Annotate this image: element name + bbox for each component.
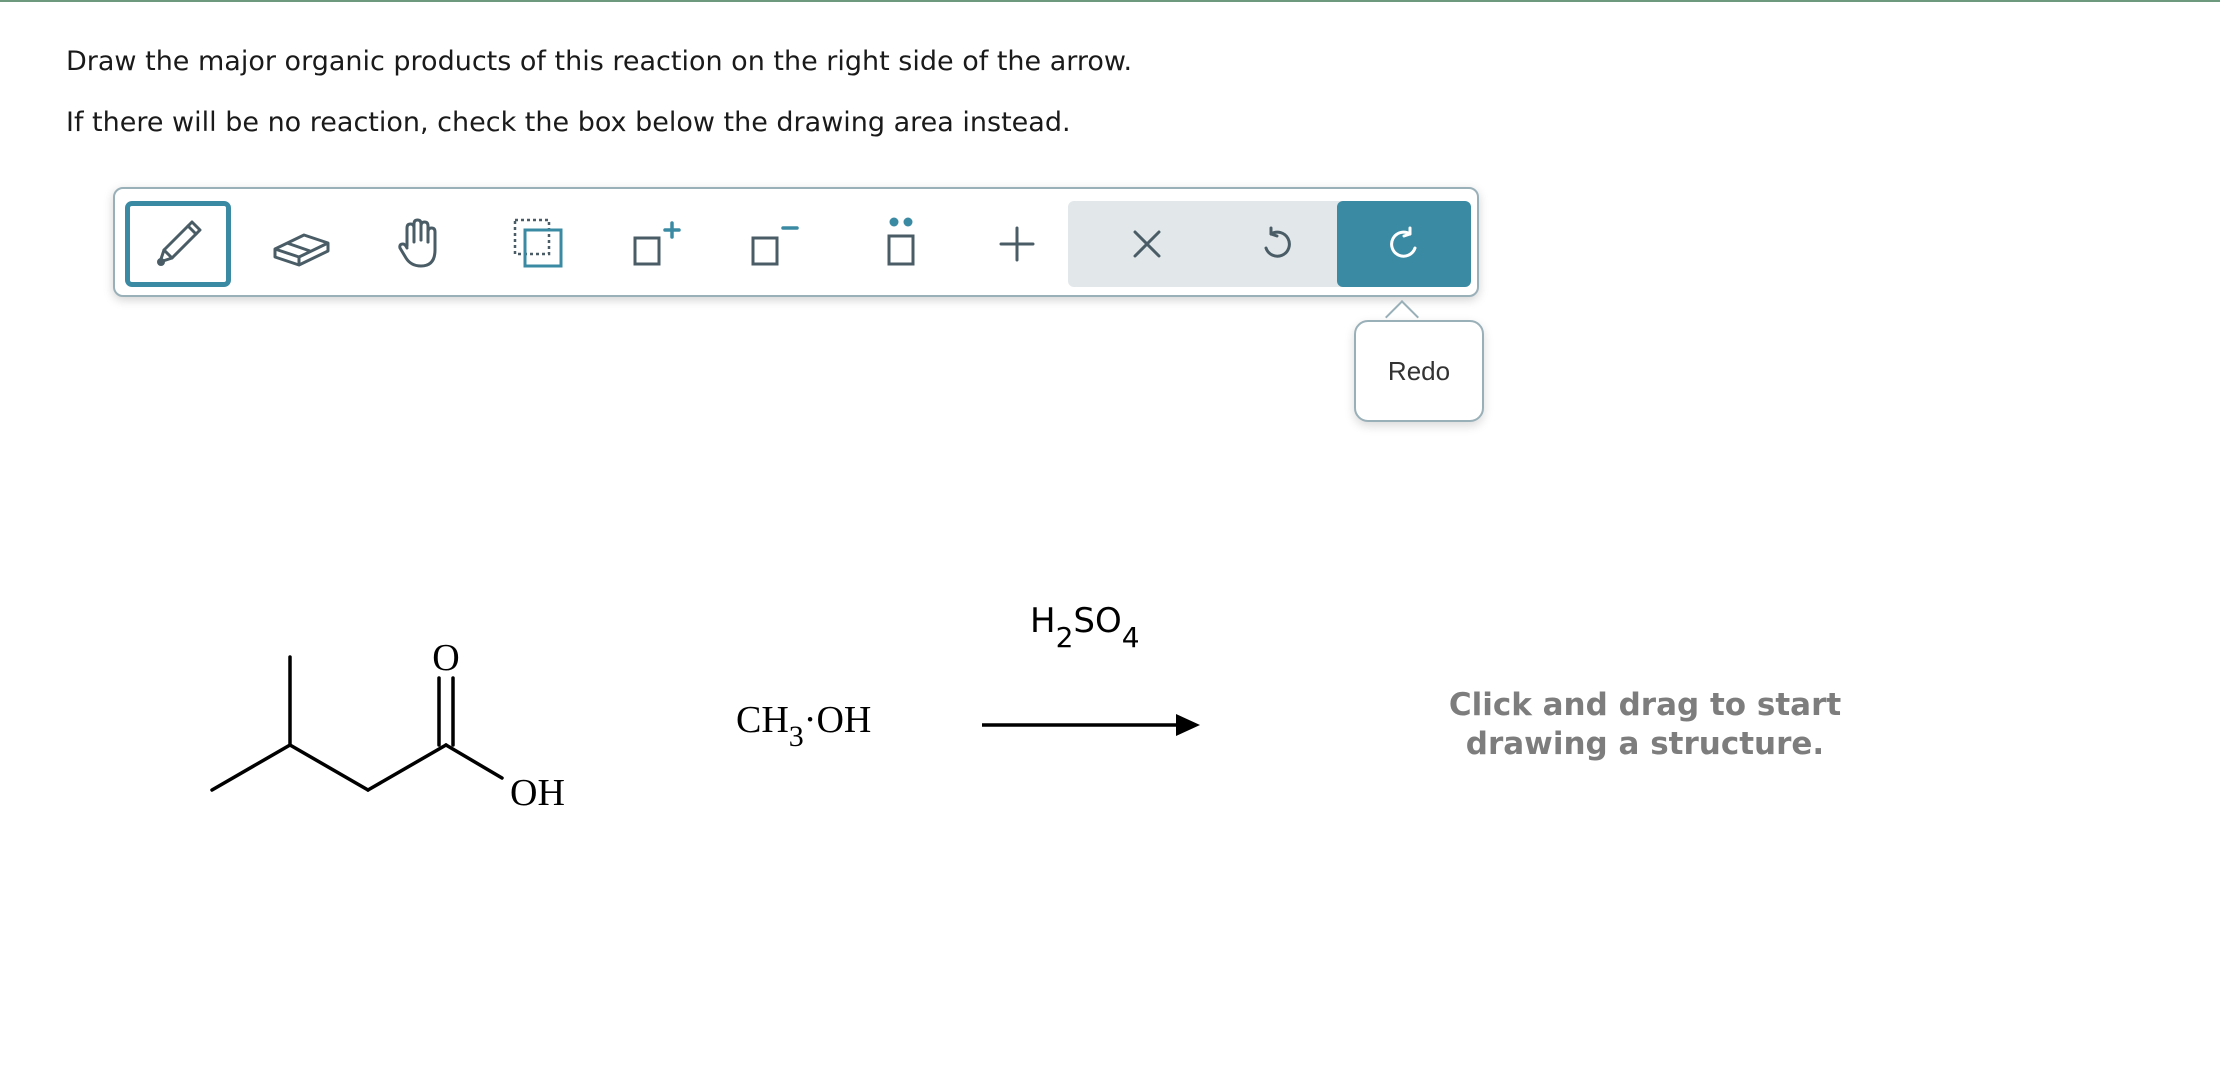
methanol-subscript: 3 bbox=[789, 720, 804, 753]
carbonyl-oxygen-label: O bbox=[432, 637, 459, 679]
reaction-arrow bbox=[982, 714, 1200, 736]
methanol-part2: ·OH bbox=[804, 699, 872, 741]
hydroxyl-label: OH bbox=[510, 772, 565, 814]
reagent-so: SO bbox=[1073, 601, 1121, 641]
hint-line-1: Click and drag to start bbox=[1448, 687, 1842, 723]
methanol-part1: CH bbox=[736, 699, 789, 741]
reagent-h: H bbox=[1030, 601, 1056, 641]
reagent-sub-4: 4 bbox=[1122, 621, 1140, 654]
drawing-area-hint[interactable]: Click and drag to start drawing a struct… bbox=[1380, 686, 1910, 764]
hint-line-2: drawing a structure. bbox=[1465, 726, 1825, 762]
reagent-formula: H2SO4 bbox=[1030, 601, 1140, 654]
reagent-sub-2: 2 bbox=[1056, 621, 1074, 654]
reaction-scheme: O OH CH3·OH H2SO4 bbox=[210, 601, 1200, 814]
methanol-formula: CH3·OH bbox=[736, 699, 871, 753]
